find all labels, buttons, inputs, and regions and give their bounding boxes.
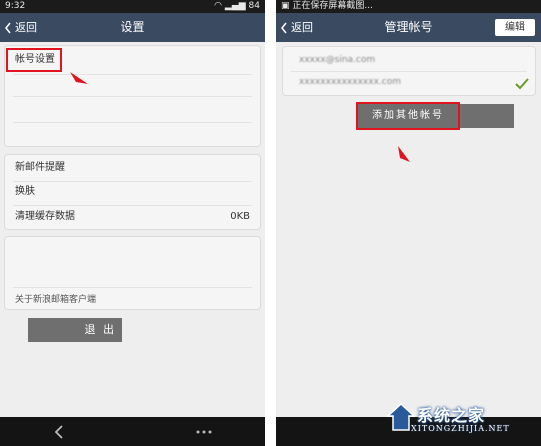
status-time: 9:32 [5, 1, 26, 11]
about-group: 关于新浪邮箱客户端 [4, 236, 261, 310]
watermark-url: XITONGZHIJIA.NET [411, 424, 510, 433]
settings-item-about[interactable]: 关于新浪邮箱客户端 [5, 293, 260, 307]
status-bar: ▣ 正在保存屏幕截图... [276, 0, 541, 13]
highlight-box [356, 102, 460, 130]
title-bar: 返回 设置 [0, 13, 265, 42]
status-notice: 正在保存屏幕截图... [292, 1, 373, 11]
site-watermark: 系统之家 XITONGZHIJIA.NET [387, 400, 537, 440]
more-icon[interactable] [196, 430, 212, 434]
pointer-arrow-icon [398, 146, 410, 162]
nav-bar [0, 417, 265, 446]
settings-item-new-mail-alert[interactable]: 新邮件提醒 [5, 160, 260, 176]
cache-size: 0KB [230, 211, 250, 222]
settings-screen: 9:32 ◠ ▂▄▆ 84 返回 设置 帐号设置 新邮件提醒 换肤 清理缓存数据… [0, 0, 265, 446]
pointer-arrow-icon [70, 72, 88, 84]
signal-icon: ▂▄▆ [224, 1, 246, 11]
back-nav-icon[interactable] [54, 425, 64, 439]
watermark-text: 系统之家 [417, 406, 486, 425]
wifi-icon: ◠ [214, 1, 223, 11]
account-list: xxxxx@sina.com xxxxxxxxxxxxxxx.com [282, 46, 536, 96]
status-bar: 9:32 ◠ ▂▄▆ 84 [0, 0, 265, 13]
title-bar: 返回 管理帐号 编辑 [276, 13, 541, 42]
highlight-box [6, 48, 62, 72]
account-item[interactable]: xxxxx@sina.com [299, 55, 375, 65]
manage-accounts-screen: ▣ 正在保存屏幕截图... 返回 管理帐号 编辑 xxxxx@sina.com … [276, 0, 541, 446]
page-title: 设置 [120, 20, 145, 34]
settings-item-clear-cache[interactable]: 清理缓存数据 0KB [5, 209, 260, 225]
general-settings-group: 新邮件提醒 换肤 清理缓存数据 0KB [4, 154, 261, 230]
account-item[interactable]: xxxxxxxxxxxxxxx.com [299, 77, 401, 87]
screenshot-icon: ▣ [281, 1, 290, 11]
logout-button[interactable]: 退 出 [28, 318, 122, 342]
battery-level: 84 [248, 1, 260, 11]
edit-button[interactable]: 编辑 [495, 19, 535, 36]
settings-item-skin[interactable]: 换肤 [5, 184, 260, 200]
checkmark-icon [515, 78, 529, 90]
